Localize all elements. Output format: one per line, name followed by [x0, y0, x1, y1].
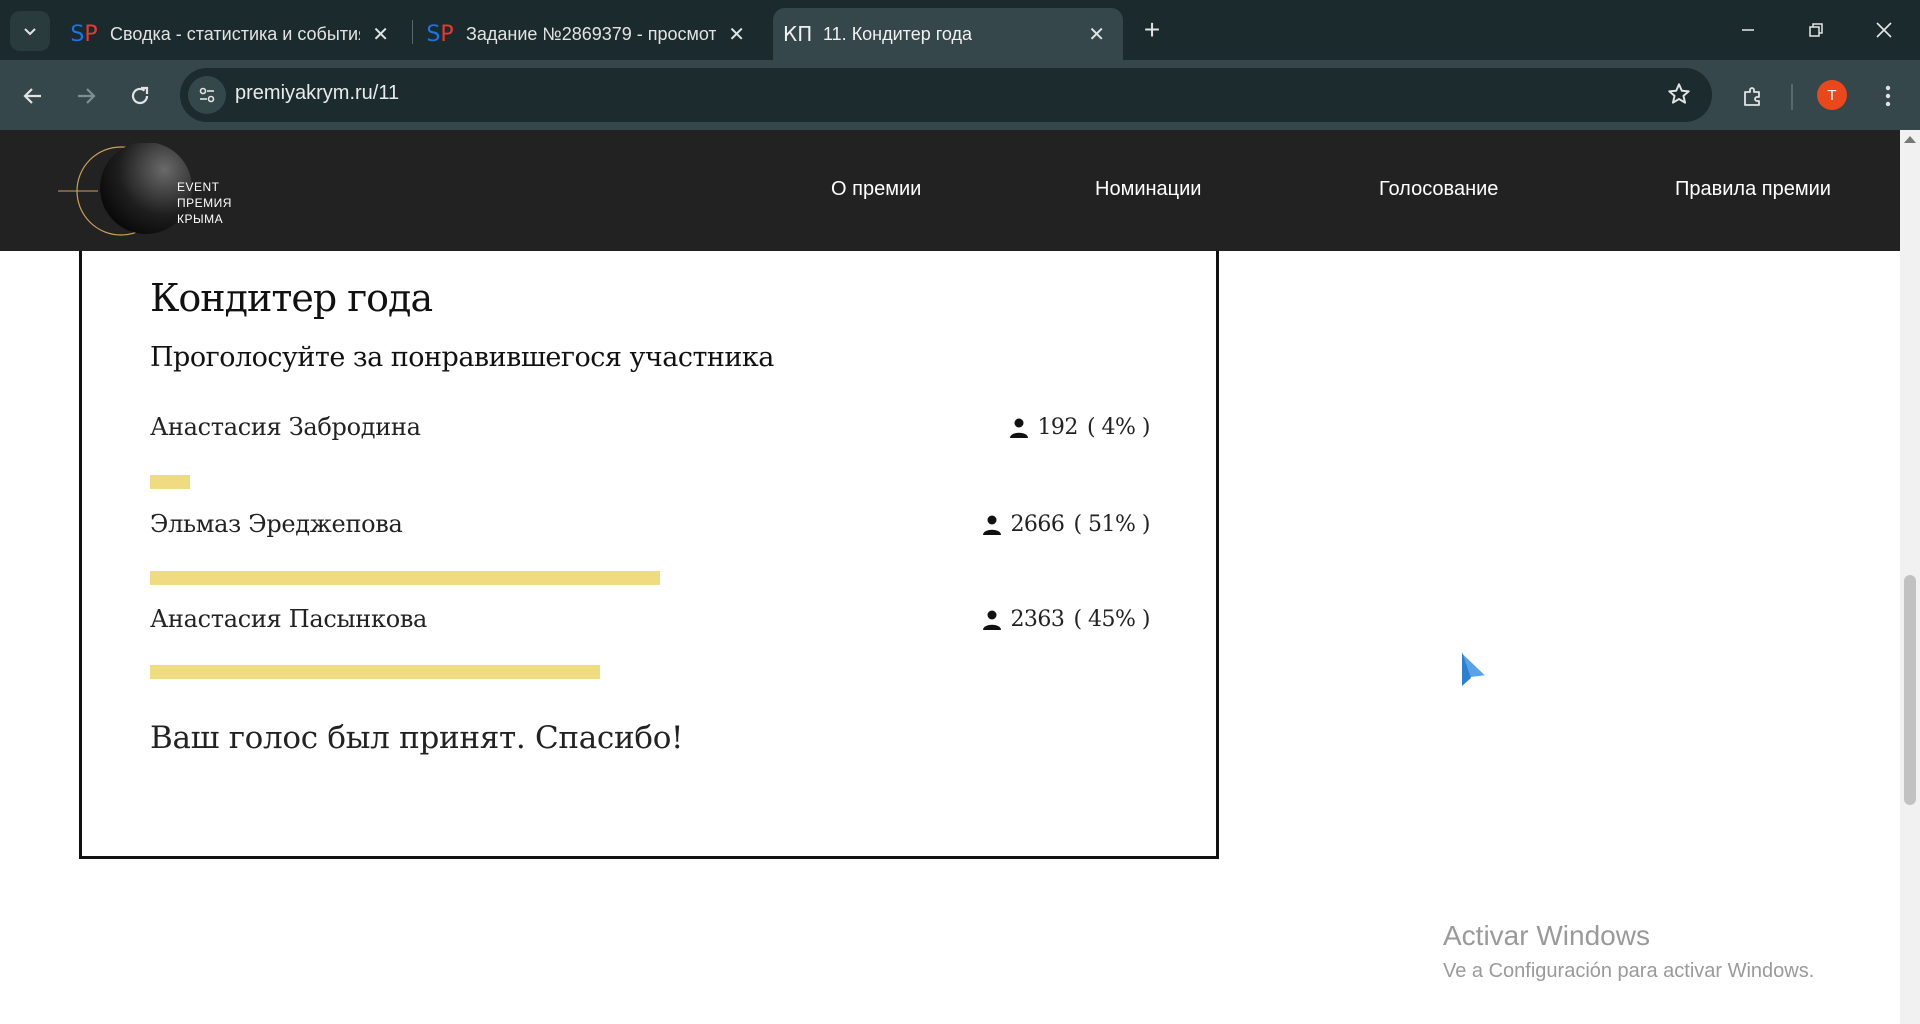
kebab-menu-icon: [1885, 85, 1891, 107]
browser-toolbar: premiyakrym.ru/11 T: [0, 60, 1920, 130]
vote-bar: [150, 665, 600, 679]
site-header: EVENT ПРЕМИЯ КРЫМА О премии Номинации Го…: [0, 130, 1900, 251]
tab-2[interactable]: SP Задание №2869379 - просмотр ✕: [418, 8, 763, 60]
address-bar[interactable]: premiyakrym.ru/11: [180, 68, 1712, 122]
sp-favicon-icon: SP: [426, 21, 454, 47]
vote-bar: [150, 571, 660, 585]
extensions-button[interactable]: [1733, 76, 1773, 116]
close-icon[interactable]: ✕: [728, 22, 745, 47]
tab-title: 11. Кондитер года: [823, 23, 973, 44]
tab-1[interactable]: SP Сводка - статистика и события ✕: [62, 8, 407, 60]
watermark-title: Activar Windows: [1443, 920, 1650, 951]
vote-subtitle: Проголосуйте за понравившегося участника: [150, 342, 774, 373]
browser-menu-button[interactable]: [1868, 76, 1908, 116]
person-icon: [983, 515, 1002, 535]
logo-line: ПРЕМИЯ: [177, 196, 232, 210]
candidate-name: Анастасия Пасынкова: [150, 605, 428, 633]
nav-nominations[interactable]: Номинации: [1095, 178, 1201, 201]
vote-percent: ( 45% ): [1073, 607, 1150, 632]
nav-voting[interactable]: Голосование: [1379, 178, 1498, 201]
tab-3-active[interactable]: КП 11. Кондитер года ✕: [773, 8, 1123, 60]
nav-rules[interactable]: Правила премии: [1675, 178, 1831, 201]
vote-accepted-message: Ваш голос был принят. Спасибо!: [150, 720, 684, 756]
site-info-button[interactable]: [188, 76, 226, 114]
scroll-up-arrow-icon[interactable]: [1904, 136, 1916, 143]
arrow-left-icon: [23, 88, 41, 104]
vote-percent: ( 51% ): [1073, 512, 1150, 537]
forward-button[interactable]: [66, 76, 106, 116]
mouse-cursor-icon: [1461, 651, 1488, 687]
minimize-button[interactable]: [1714, 0, 1782, 60]
close-icon[interactable]: ✕: [372, 22, 389, 47]
new-tab-button[interactable]: +: [1135, 10, 1169, 50]
logo-line: EVENT: [177, 180, 220, 194]
scrollbar-thumb[interactable]: [1904, 575, 1916, 805]
tune-icon: [199, 87, 215, 103]
candidate-name: Эльмаз Эреджепова: [150, 510, 403, 538]
profile-avatar[interactable]: T: [1817, 80, 1847, 110]
plus-icon: +: [1143, 14, 1161, 45]
restore-icon: [1809, 23, 1823, 37]
reload-icon: [131, 86, 149, 105]
vote-count: 2666: [1010, 512, 1065, 537]
browser-tab-bar: SP Сводка - статистика и события ✕ SP За…: [0, 0, 1920, 60]
watermark-subtitle: Ve a Configuración para activar Windows.: [1443, 960, 1815, 982]
restore-button[interactable]: [1782, 0, 1850, 60]
logo-text: EVENT ПРЕМИЯ КРЫМА: [177, 179, 232, 227]
vote-count: 192: [1037, 415, 1078, 440]
tab-title: Сводка - статистика и события: [110, 23, 360, 44]
candidate-stats: 2666 ( 51% ): [983, 512, 1150, 537]
nav-about[interactable]: О премии: [831, 178, 921, 201]
reload-button[interactable]: [120, 76, 160, 116]
chevron-down-icon: [24, 28, 36, 36]
logo-line: КРЫМА: [177, 212, 224, 226]
tab-separator: [412, 20, 413, 44]
person-icon: [983, 610, 1002, 630]
close-icon: [1876, 22, 1892, 38]
back-button[interactable]: [13, 76, 53, 116]
site-logo[interactable]: EVENT ПРЕМИЯ КРЫМА: [58, 142, 231, 239]
sp-favicon-icon: SP: [70, 21, 98, 47]
candidate-stats: 2363 ( 45% ): [983, 607, 1150, 632]
candidate-stats: 192 ( 4% ): [1010, 415, 1151, 440]
page-viewport: Кондитер года Проголосуйте за понравивше…: [0, 130, 1900, 1024]
vote-bar: [150, 475, 190, 489]
arrow-right-icon: [78, 88, 96, 104]
bookmark-star-icon[interactable]: [1666, 81, 1692, 112]
tab-title: Задание №2869379 - просмотр: [466, 23, 716, 44]
voting-card: Кондитер года Проголосуйте за понравивше…: [79, 230, 1219, 859]
windows-activation-watermark: Activar Windows Ve a Configuración para …: [1443, 920, 1814, 983]
page-scrollbar[interactable]: [1900, 130, 1920, 1024]
nomination-title: Кондитер года: [150, 276, 433, 320]
tab-search-button[interactable]: [10, 11, 50, 51]
candidate-name: Анастасия Забродина: [150, 413, 421, 441]
minimize-icon: [1742, 29, 1754, 31]
url-text[interactable]: premiyakrym.ru/11: [235, 82, 399, 105]
person-icon: [1010, 418, 1029, 438]
vote-percent: ( 4% ): [1086, 415, 1151, 440]
vote-count: 2363: [1010, 607, 1065, 632]
kp-favicon-icon: КП: [783, 22, 813, 46]
toolbar-separator: [1791, 84, 1793, 110]
close-icon[interactable]: ✕: [1088, 22, 1105, 47]
puzzle-icon: [1744, 87, 1760, 106]
close-window-button[interactable]: [1850, 0, 1918, 60]
